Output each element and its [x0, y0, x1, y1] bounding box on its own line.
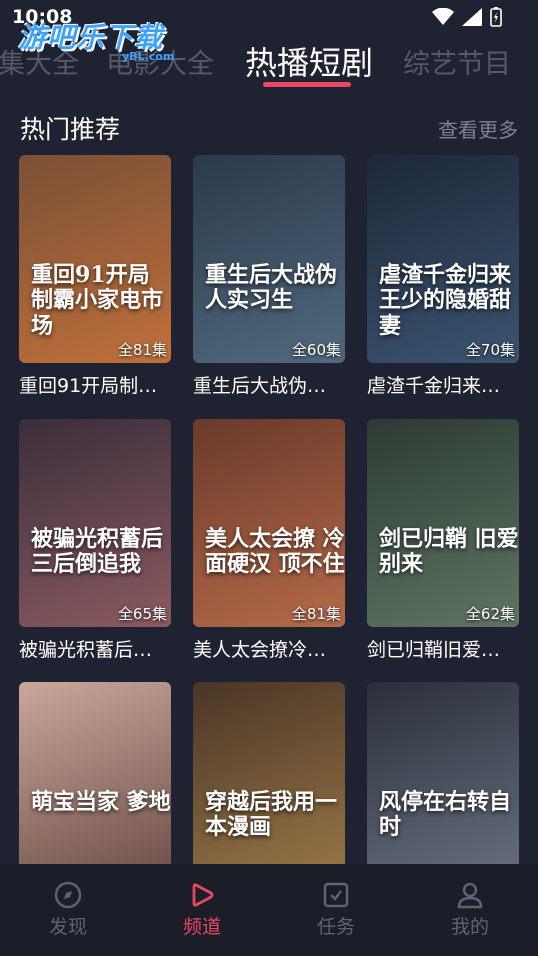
drama-card[interactable]: 剑已归鞘 旧爱别来 全62集 剑已归鞘旧爱…: [367, 419, 519, 662]
drama-title[interactable]: 重回91开局制…: [19, 371, 174, 398]
episode-count-badge: 全81集: [291, 605, 341, 623]
section-title: 热门推荐: [20, 115, 121, 144]
poster-title: 美人太会撩 冷面硬汉 顶不住: [205, 526, 345, 578]
drama-poster[interactable]: 剑已归鞘 旧爱别来 全62集: [367, 419, 519, 627]
nav-tasks[interactable]: 任务: [286, 880, 386, 939]
poster-title: 虐渣千金归来 王少的隐婚甜妻: [379, 262, 512, 339]
bottom-nav: 发现 频道 任务 我的: [0, 864, 538, 956]
tab-variety[interactable]: 综艺节目: [403, 42, 511, 81]
drama-title[interactable]: 被骗光积蓄后…: [19, 635, 174, 662]
drama-poster[interactable]: 萌宝当家 爹地: [19, 682, 171, 890]
view-more-link[interactable]: 查看更多: [438, 114, 518, 143]
nav-label: 发现: [48, 916, 87, 938]
episode-count-badge: 全60集: [291, 341, 341, 359]
drama-poster[interactable]: 虐渣千金归来 王少的隐婚甜妻 全70集: [367, 155, 519, 363]
drama-card[interactable]: 穿越后我用一本漫画: [193, 682, 345, 890]
nav-channel[interactable]: 频道: [152, 880, 252, 939]
nav-me[interactable]: 我的: [420, 880, 520, 939]
drama-title[interactable]: 剑已归鞘旧爱…: [367, 635, 522, 662]
drama-card[interactable]: 虐渣千金归来 王少的隐婚甜妻 全70集 虐渣千金归来…: [367, 155, 519, 398]
poster-title: 萌宝当家 爹地: [31, 789, 171, 815]
watermark-sub: yBL.com: [122, 50, 175, 63]
tab-short-drama[interactable]: 热播短剧: [245, 38, 373, 84]
episode-count-badge: 全70集: [465, 341, 515, 359]
drama-card[interactable]: 被骗光积蓄后 三后倒追我 全65集 被骗光积蓄后…: [19, 419, 171, 662]
drama-title[interactable]: 虐渣千金归来…: [367, 371, 522, 398]
drama-card[interactable]: 萌宝当家 爹地: [19, 682, 171, 890]
task-icon: [323, 882, 349, 908]
battery-icon: [490, 7, 502, 27]
drama-title[interactable]: 美人太会撩冷…: [193, 635, 348, 662]
episode-count-badge: 全62集: [465, 605, 515, 623]
active-tab-indicator: [263, 82, 351, 87]
poster-title: 风停在右转自时: [379, 789, 512, 841]
drama-card[interactable]: 风停在右转自时: [367, 682, 519, 890]
signal-icon: [462, 8, 482, 26]
status-icons: [432, 7, 502, 27]
nav-discover[interactable]: 发现: [18, 880, 118, 939]
drama-poster[interactable]: 重生后大战伪人实习生 全60集: [193, 155, 345, 363]
compass-icon: [54, 881, 82, 909]
drama-title[interactable]: 重生后大战伪…: [193, 371, 348, 398]
wifi-icon: [432, 8, 454, 25]
drama-card[interactable]: 重回91开局制霸小家电市场 全81集 重回91开局制…: [19, 155, 171, 398]
drama-poster[interactable]: 重回91开局制霸小家电市场 全81集: [19, 155, 171, 363]
drama-poster[interactable]: 穿越后我用一本漫画: [193, 682, 345, 890]
poster-title: 剑已归鞘 旧爱别来: [379, 526, 519, 578]
poster-title: 重回91开局制霸小家电市场: [31, 262, 164, 339]
person-icon: [457, 882, 483, 909]
poster-title: 重生后大战伪人实习生: [205, 262, 338, 314]
nav-label: 我的: [450, 916, 489, 938]
drama-card[interactable]: 重生后大战伪人实习生 全60集 重生后大战伪…: [193, 155, 345, 398]
play-icon: [192, 883, 214, 907]
drama-poster[interactable]: 被骗光积蓄后 三后倒追我 全65集: [19, 419, 171, 627]
episode-count-badge: 全81集: [117, 341, 167, 359]
poster-title: 被骗光积蓄后 三后倒追我: [31, 526, 164, 578]
nav-label: 频道: [182, 916, 221, 938]
drama-poster[interactable]: 美人太会撩 冷面硬汉 顶不住 全81集: [193, 419, 345, 627]
watermark-logo: 游吧乐下载 yBL.com: [18, 16, 174, 63]
episode-count-badge: 全65集: [117, 605, 167, 623]
poster-title: 穿越后我用一本漫画: [205, 789, 338, 841]
drama-card[interactable]: 美人太会撩 冷面硬汉 顶不住 全81集 美人太会撩冷…: [193, 419, 345, 662]
nav-label: 任务: [316, 916, 355, 938]
drama-poster[interactable]: 风停在右转自时: [367, 682, 519, 890]
